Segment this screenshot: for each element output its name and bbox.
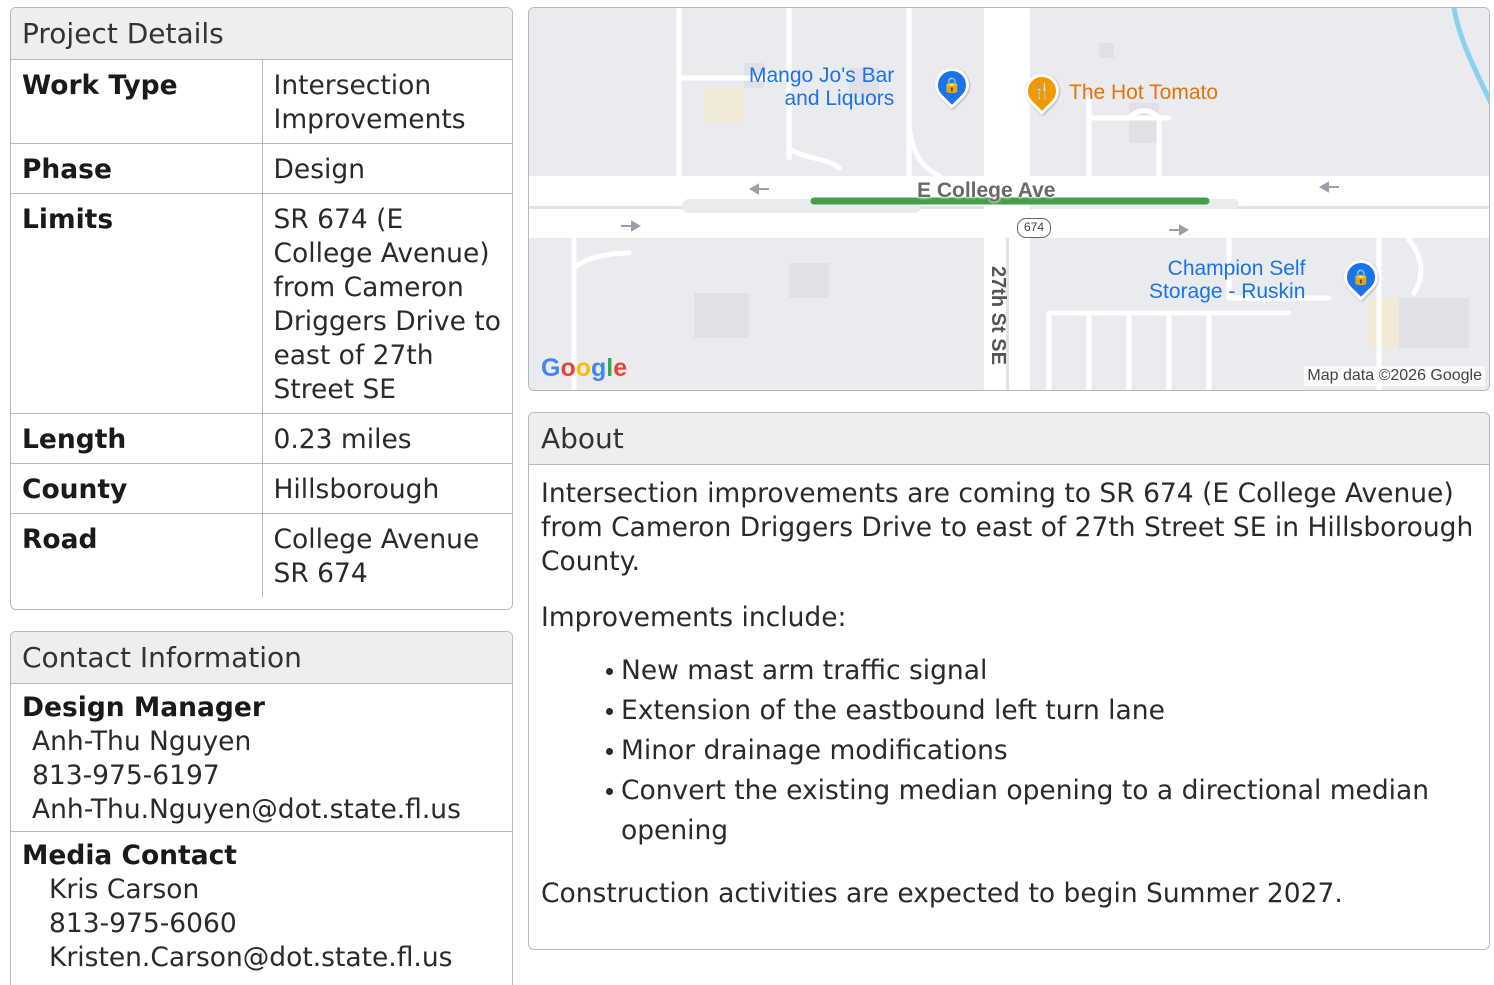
project-details-panel: Project Details Work Type Intersection I…: [10, 7, 513, 610]
poi-label-champion-storage[interactable]: Champion Self Storage - Ruskin: [1149, 257, 1305, 303]
list-item: Convert the existing median opening to a…: [606, 771, 1477, 851]
about-intro: Intersection improvements are coming to …: [541, 478, 1474, 577]
about-title: About: [529, 413, 1489, 465]
improvements-heading: Improvements include:: [541, 602, 847, 633]
contact-information-panel: Contact Information Design Manager Anh-T…: [10, 631, 513, 985]
contact-email[interactable]: Kristen.Carson@dot.state.fl.us: [22, 941, 501, 975]
length-value: 0.23 miles: [262, 413, 512, 464]
table-row: County Hillsborough: [11, 463, 512, 514]
route-shield: 674: [1017, 218, 1051, 238]
work-type-label: Work Type: [11, 60, 263, 144]
project-details-table: Work Type Intersection Improvements Phas…: [11, 60, 512, 597]
phase-value: Design: [262, 143, 512, 194]
list-item: New mast arm traffic signal: [606, 651, 1477, 691]
contact-phone: 813-975-6197: [32, 760, 220, 791]
work-type-value: Intersection Improvements: [262, 60, 512, 144]
poi-label-mango-jos[interactable]: Mango Jo's Bar and Liquors: [749, 64, 894, 110]
table-row: Work Type Intersection Improvements: [11, 60, 512, 144]
design-manager-contact: Design Manager Anh-Thu Nguyen 813-975-61…: [11, 684, 512, 832]
contact-phone: 813-975-6060: [49, 908, 237, 939]
list-item: Minor drainage modifications: [606, 731, 1477, 771]
about-closing: Construction activities are expected to …: [541, 878, 1343, 909]
road-value: College Avenue SR 674: [273, 524, 480, 589]
contact-information-title: Contact Information: [11, 632, 512, 684]
project-map[interactable]: Mango Jo's Bar and Liquors 🔒 🍴 The Hot T…: [528, 7, 1490, 391]
contact-email[interactable]: Anh-Thu.Nguyen@dot.state.fl.us: [22, 793, 501, 827]
improvements-list: New mast arm traffic signal Extension of…: [541, 651, 1477, 851]
poi-label-hot-tomato[interactable]: The Hot Tomato: [1069, 81, 1218, 104]
length-label: Length: [11, 413, 263, 464]
county-label: County: [11, 463, 263, 514]
contact-name: Kris Carson: [49, 874, 200, 905]
table-row: Limits SR 674 (E College Avenue) from Ca…: [11, 193, 512, 414]
project-details-title: Project Details: [11, 8, 512, 60]
limits-label: Limits: [11, 193, 263, 414]
media-contact: Media Contact Kris Carson 813-975-6060 K…: [11, 832, 512, 979]
map-attribution[interactable]: Map data ©2026 Google: [1304, 366, 1485, 386]
contact-role: Design Manager: [22, 692, 265, 723]
phase-label: Phase: [11, 143, 263, 194]
contact-name: Anh-Thu Nguyen: [32, 726, 252, 757]
contact-role: Media Contact: [22, 840, 237, 871]
google-logo: Google: [541, 354, 628, 382]
table-row: Road College Avenue SR 674: [11, 513, 512, 597]
about-body: Intersection improvements are coming to …: [529, 465, 1489, 911]
limits-value: SR 674 (E College Avenue) from Cameron D…: [262, 193, 512, 414]
road-label: Road: [11, 513, 263, 597]
about-panel: About Intersection improvements are comi…: [528, 412, 1490, 950]
table-row: Phase Design: [11, 143, 512, 194]
list-item: Extension of the eastbound left turn lan…: [606, 691, 1477, 731]
table-row: Length 0.23 miles: [11, 413, 512, 464]
road-name-label: E College Ave: [917, 179, 1056, 202]
county-value: Hillsborough: [262, 463, 512, 514]
cross-street-label: 27th St SE: [987, 266, 1009, 365]
